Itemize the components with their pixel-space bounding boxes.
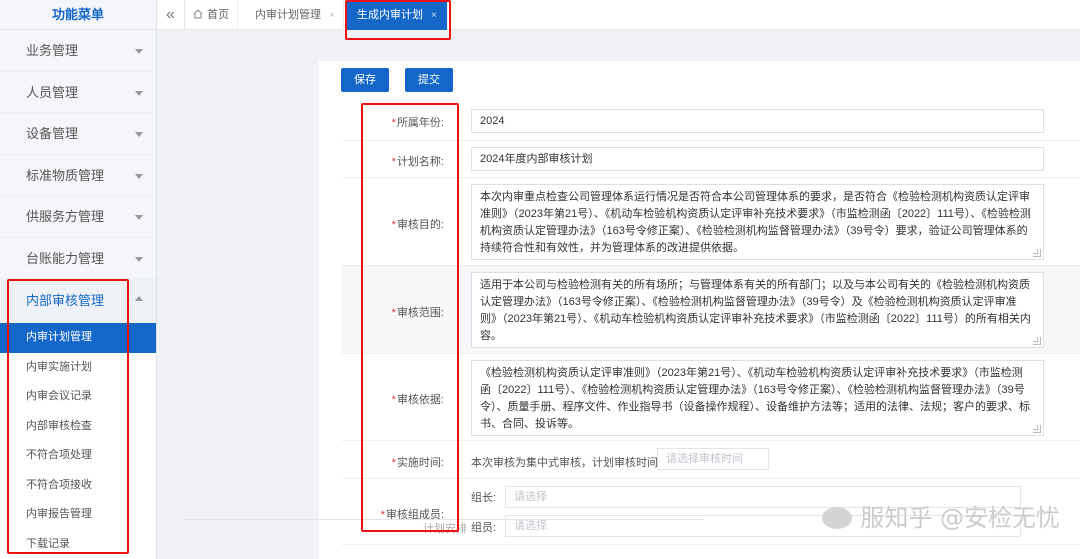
basis-textarea[interactable]: 《检验检测机构资质认定评审准则》（2023年第21号）、《机动车检验机构资质认定… bbox=[471, 360, 1044, 436]
sidebar-item-label: 设备管理 bbox=[26, 126, 79, 141]
scope-label: *审核范围: bbox=[391, 307, 444, 319]
chevron-down-icon bbox=[135, 256, 143, 262]
form-panel: 保存 提交 *所属年份: 2024 *计划名称: 2024年度内部审核计划 *审… bbox=[319, 61, 1080, 559]
form-row-time: *实施时间: 本次审核为集中式审核，计划审核时间为 请选择审核时间 bbox=[342, 441, 1080, 479]
time-description: 本次审核为集中式审核，计划审核时间为 bbox=[471, 457, 669, 469]
watermark: 服知乎 @安检无忧 bbox=[822, 498, 1060, 533]
sidebar-item-equipment[interactable]: 设备管理 bbox=[0, 113, 156, 155]
chevron-down-icon bbox=[135, 90, 143, 96]
wechat-icon bbox=[822, 507, 853, 529]
chevron-down-icon bbox=[135, 215, 143, 220]
collapse-sidebar-icon[interactable]: « bbox=[157, 0, 185, 30]
sidebar-item-personnel[interactable]: 人员管理 bbox=[0, 72, 156, 113]
sidebar-item-reference-material[interactable]: 标准物质管理 bbox=[0, 155, 156, 196]
form-row-scope: *审核范围: 适用于本公司与检验检测有关的所有场所；与管理体系有关的所有部门；以… bbox=[342, 266, 1080, 354]
plan-name-label: *计划名称: bbox=[391, 156, 444, 168]
submit-button[interactable]: 提交 bbox=[405, 68, 453, 92]
year-label: *所属年份: bbox=[391, 117, 444, 129]
sidebar-item-label: 业务管理 bbox=[26, 43, 79, 58]
sidebar-item-label: 内部审核管理 bbox=[26, 293, 105, 308]
sidebar-item-ledger[interactable]: 台账能力管理 bbox=[0, 238, 156, 279]
plan-name-field[interactable]: 2024年度内部审核计划 bbox=[471, 147, 1044, 171]
main-area: 保存 提交 *所属年份: 2024 *计划名称: 2024年度内部审核计划 *审… bbox=[157, 30, 1080, 559]
audit-time-picker[interactable]: 请选择审核时间 bbox=[657, 448, 769, 470]
sidebar-item-business[interactable]: 业务管理 bbox=[0, 30, 156, 72]
tab-bar: « 首页 内审计划管理 × 生成内审计划 × bbox=[157, 0, 1080, 30]
sidebar-subitem-nonconformity-receipt[interactable]: 不符合项接收 bbox=[0, 470, 156, 500]
tab-label: 内审计划管理 bbox=[255, 9, 321, 21]
resize-handle-icon[interactable] bbox=[1033, 337, 1041, 345]
sidebar-title: 功能菜单 bbox=[0, 0, 156, 30]
time-label: *实施时间: bbox=[391, 457, 444, 469]
save-button[interactable]: 保存 bbox=[341, 68, 389, 92]
sidebar-item-supplier[interactable]: 供服务方管理 bbox=[0, 196, 156, 238]
chevron-up-icon bbox=[135, 296, 143, 301]
resize-handle-icon[interactable] bbox=[1033, 249, 1041, 257]
tab-label: 生成内审计划 bbox=[357, 9, 423, 21]
close-icon[interactable]: × bbox=[431, 10, 437, 21]
sidebar-subitem-audit-check[interactable]: 内部审核检查 bbox=[0, 411, 156, 441]
tab-generate-plan[interactable]: 生成内审计划 × bbox=[347, 0, 448, 30]
sidebar-item-label: 人员管理 bbox=[26, 84, 79, 100]
sidebar-item-label: 标准物质管理 bbox=[26, 167, 105, 183]
chevron-down-icon bbox=[135, 173, 143, 179]
resize-handle-icon[interactable] bbox=[1033, 425, 1041, 433]
close-icon[interactable]: × bbox=[329, 10, 335, 21]
year-field[interactable]: 2024 bbox=[471, 109, 1044, 133]
purpose-label: *审核目的: bbox=[391, 219, 444, 231]
sidebar: 功能菜单 业务管理 人员管理 设备管理 标准物质管理 供服务方管理 台账能力管理… bbox=[0, 0, 157, 559]
sidebar-subitem-download-record[interactable]: 下载记录 bbox=[0, 529, 156, 559]
sidebar-item-label: 供服务方管理 bbox=[26, 209, 105, 224]
form-row-purpose: *审核目的: 本次内审重点检查公司管理体系运行情况是否符合本公司管理体系的要求，… bbox=[342, 178, 1080, 266]
sidebar-item-label: 台账能力管理 bbox=[26, 250, 105, 266]
leader-label: 组长: bbox=[471, 492, 497, 504]
tab-label: 首页 bbox=[207, 9, 229, 21]
sidebar-item-internal-audit[interactable]: 内部审核管理 bbox=[0, 279, 156, 323]
sidebar-subitem-meeting-record[interactable]: 内审会议记录 bbox=[0, 382, 156, 412]
sidebar-subitem-nonconformity-handling[interactable]: 不符合项处理 bbox=[0, 441, 156, 471]
tab-home[interactable]: 首页 bbox=[185, 0, 238, 30]
chevron-down-icon bbox=[135, 49, 143, 54]
form-row-year: *所属年份: 2024 bbox=[342, 102, 1080, 141]
purpose-textarea[interactable]: 本次内审重点检查公司管理体系运行情况是否符合本公司管理体系的要求，是否符合《检验… bbox=[471, 184, 1044, 260]
sidebar-subitem-audit-plan[interactable]: 内审计划管理 bbox=[0, 323, 156, 353]
chevron-down-icon bbox=[135, 132, 143, 137]
sidebar-subitem-implementation-plan[interactable]: 内审实施计划 bbox=[0, 352, 156, 382]
form-row-basis: *审核依据: 《检验检测机构资质认定评审准则》（2023年第21号）、《机动车检… bbox=[342, 354, 1080, 441]
plan-arrangement-section: 计划安排 bbox=[185, 519, 705, 535]
sidebar-subitem-report[interactable]: 内审报告管理 bbox=[0, 500, 156, 530]
basis-label: *审核依据: bbox=[391, 394, 444, 406]
home-icon bbox=[193, 9, 203, 19]
form-row-plan-name: *计划名称: 2024年度内部审核计划 bbox=[342, 141, 1080, 178]
scope-textarea[interactable]: 适用于本公司与检验检测有关的所有场所；与管理体系有关的所有部门；以及与本公司有关… bbox=[471, 272, 1044, 348]
tab-plan-management[interactable]: 内审计划管理 × bbox=[247, 0, 344, 30]
